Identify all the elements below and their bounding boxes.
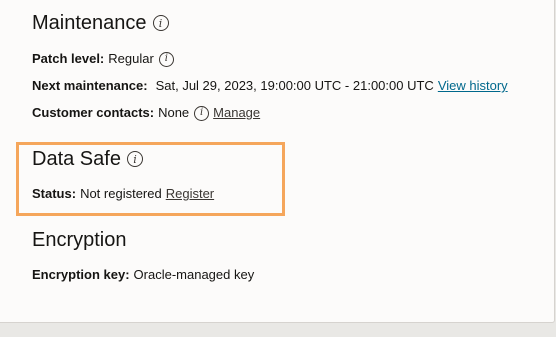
next-maintenance-value: Sat, Jul 29, 2023, 19:00:00 UTC - 21:00:… <box>155 78 434 93</box>
data-safe-title-text: Data Safe <box>32 148 121 170</box>
next-maintenance-row: Next maintenance: Sat, Jul 29, 2023, 19:… <box>32 77 508 95</box>
data-safe-info-icon[interactable]: i <box>126 151 143 167</box>
maintenance-info-icon[interactable]: i <box>152 15 169 31</box>
patch-level-row: Patch level: Regular i <box>32 50 174 68</box>
data-safe-status-value: Not registered <box>80 186 162 201</box>
maintenance-title-text: Maintenance <box>32 12 147 34</box>
data-safe-status-label: Status: <box>32 186 77 201</box>
patch-level-value: Regular <box>108 51 154 66</box>
customer-contacts-value: None <box>158 105 190 120</box>
customer-contacts-label: Customer contacts: <box>32 105 155 120</box>
encryption-title-text: Encryption <box>32 229 127 251</box>
data-safe-section-title: Data Safe i <box>32 147 143 171</box>
encryption-key-row: Encryption key: Oracle-managed key <box>32 266 254 284</box>
customer-contacts-info-icon[interactable]: i <box>194 105 210 121</box>
details-panel: Maintenance i Patch level: Regular i Nex… <box>0 0 555 323</box>
encryption-key-value: Oracle-managed key <box>133 267 255 282</box>
patch-level-info-icon[interactable]: i <box>158 51 174 67</box>
patch-level-label: Patch level: <box>32 51 105 66</box>
maintenance-section-title: Maintenance i <box>32 11 169 35</box>
encryption-section-title: Encryption <box>32 228 127 252</box>
view-history-link[interactable]: View history <box>438 77 508 95</box>
register-link[interactable]: Register <box>166 185 214 203</box>
next-maintenance-label: Next maintenance: <box>32 78 148 93</box>
manage-contacts-link[interactable]: Manage <box>213 104 260 122</box>
data-safe-status-row: Status: Not registered Register <box>32 185 214 203</box>
customer-contacts-row: Customer contacts: None i Manage <box>32 104 260 122</box>
encryption-key-label: Encryption key: <box>32 267 130 282</box>
